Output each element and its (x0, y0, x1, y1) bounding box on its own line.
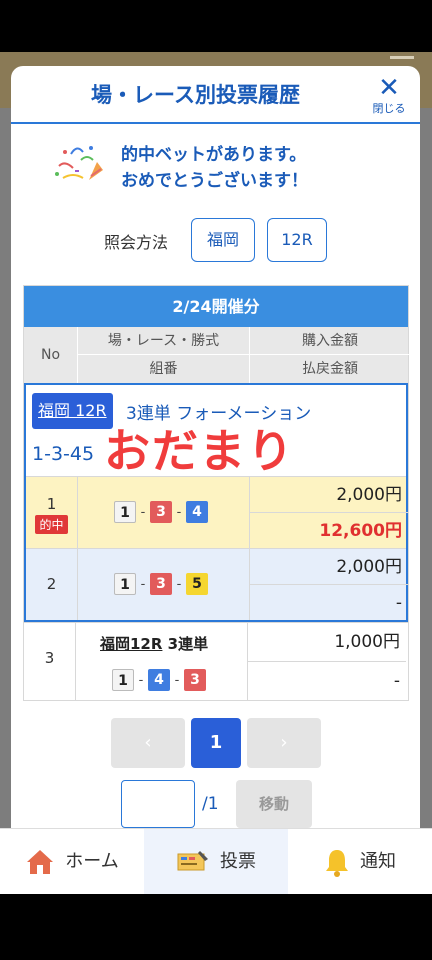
bet-group: 福岡 12R 3連単 フォーメーション 1-3-45 おだまり 1 的中 1-3… (24, 383, 408, 622)
query-method-row: 照会方法 福岡 12R (11, 216, 420, 262)
tab-bet-label: 投票 (220, 851, 256, 872)
boat-combination: 1-4-3 (112, 669, 206, 691)
buy-amount: 1,000円 (248, 623, 406, 662)
hit-message-line1: 的中ベットがあります。 (121, 145, 307, 165)
modal-title: 場・レース別投票履歴 (91, 83, 300, 107)
boat-number: 3 (150, 501, 172, 523)
boat-number: 5 (186, 573, 208, 595)
home-icon (27, 850, 54, 874)
boat-number: 1 (114, 501, 136, 523)
tab-bet[interactable]: 投票 (144, 829, 288, 895)
row-race-title: 福岡12R 3連単 (100, 633, 208, 654)
formation-combo: 1-3-45 (32, 443, 95, 465)
buy-amount: 2,000円 (250, 477, 408, 513)
background-menu-icon (390, 56, 414, 59)
next-page-button[interactable]: › (247, 718, 321, 768)
header-buy-amount: 購入金額 (250, 327, 410, 355)
date-header: 2/24開催分 (24, 286, 408, 327)
row-no: 1 (46, 495, 57, 513)
boat-number: 4 (148, 669, 170, 691)
ticket-icon (177, 851, 208, 871)
tab-home-label: ホーム (65, 851, 119, 872)
table-header: No 場・レース・勝式 購入金額 組番 払戻金額 (24, 327, 410, 383)
payout-amount: 12,600円 (319, 520, 402, 541)
boat-number: 1 (114, 573, 136, 595)
page-jump: /1 移動 (11, 780, 420, 828)
bet-history-modal: 場・レース別投票履歴 ✕ 閉じる 的中ベットがあります。 おめでとうございます！… (11, 66, 420, 828)
tab-home[interactable]: ホーム (0, 829, 144, 895)
navigation-bar (0, 894, 432, 960)
total-pages: /1 (202, 794, 219, 814)
table-row: 3 福岡12R 3連単 1-4-3 1,000円 - (24, 622, 408, 700)
status-bar (0, 0, 432, 52)
row-bet-type: 3連単 (167, 635, 209, 653)
header-payout: 払戻金額 (302, 361, 358, 377)
race-badge-link[interactable]: 福岡 12R (32, 393, 113, 429)
boat-combination: 1-3-5 (114, 573, 208, 597)
buy-amount: 2,000円 (250, 549, 408, 585)
row-race-link[interactable]: 福岡12R (100, 635, 162, 653)
prev-page-button[interactable]: ‹ (111, 718, 185, 768)
hit-badge: 的中 (35, 515, 68, 534)
boat-number: 4 (186, 501, 208, 523)
current-page-button[interactable]: 1 (191, 718, 241, 768)
payout-amount: - (393, 670, 400, 691)
row-no: 2 (46, 575, 57, 593)
boat-combination: 1-3-4 (114, 501, 208, 525)
header-race: 場・レース・勝式 (78, 327, 250, 355)
pagination: ‹ 1 › (11, 718, 420, 768)
bet-group-header: 福岡 12R 3連単 フォーメーション 1-3-45 おだまり (26, 385, 406, 478)
party-popper-icon (55, 146, 103, 180)
bottom-tab-bar: ホーム 投票 通知 (0, 828, 432, 895)
bet-history-table: 2/24開催分 No 場・レース・勝式 購入金額 組番 払戻金額 福岡 12R … (23, 285, 410, 701)
hit-message-line2: おめでとうございます！ (121, 171, 308, 191)
boat-number: 3 (150, 573, 172, 595)
tab-notice-label: 通知 (360, 851, 396, 872)
query-place-button[interactable]: 福岡 (191, 218, 255, 262)
query-race-button[interactable]: 12R (267, 218, 327, 262)
move-button[interactable]: 移動 (236, 780, 312, 828)
query-method-label: 照会方法 (104, 233, 169, 252)
close-icon: ✕ (378, 73, 400, 103)
payout-amount: - (395, 592, 402, 613)
bell-icon (326, 850, 348, 877)
tab-notice[interactable]: 通知 (288, 829, 432, 895)
row-no: 3 (44, 649, 55, 667)
header-no: No (24, 327, 78, 383)
close-label: 閉じる (372, 102, 406, 115)
page-number-input[interactable] (121, 780, 195, 828)
table-row: 1 的中 1-3-4 2,000円 12,600円 (26, 476, 408, 548)
title-divider (11, 122, 420, 124)
close-button[interactable]: ✕ 閉じる (368, 73, 410, 116)
header-combination: 組番 (78, 355, 250, 383)
table-row: 2 1-3-5 2,000円 - (26, 548, 408, 620)
hit-message: 的中ベットがあります。 おめでとうございます！ (51, 136, 391, 196)
boat-number: 3 (184, 669, 206, 691)
nickname-stamp: おだまり (104, 424, 296, 478)
boat-number: 1 (112, 669, 134, 691)
